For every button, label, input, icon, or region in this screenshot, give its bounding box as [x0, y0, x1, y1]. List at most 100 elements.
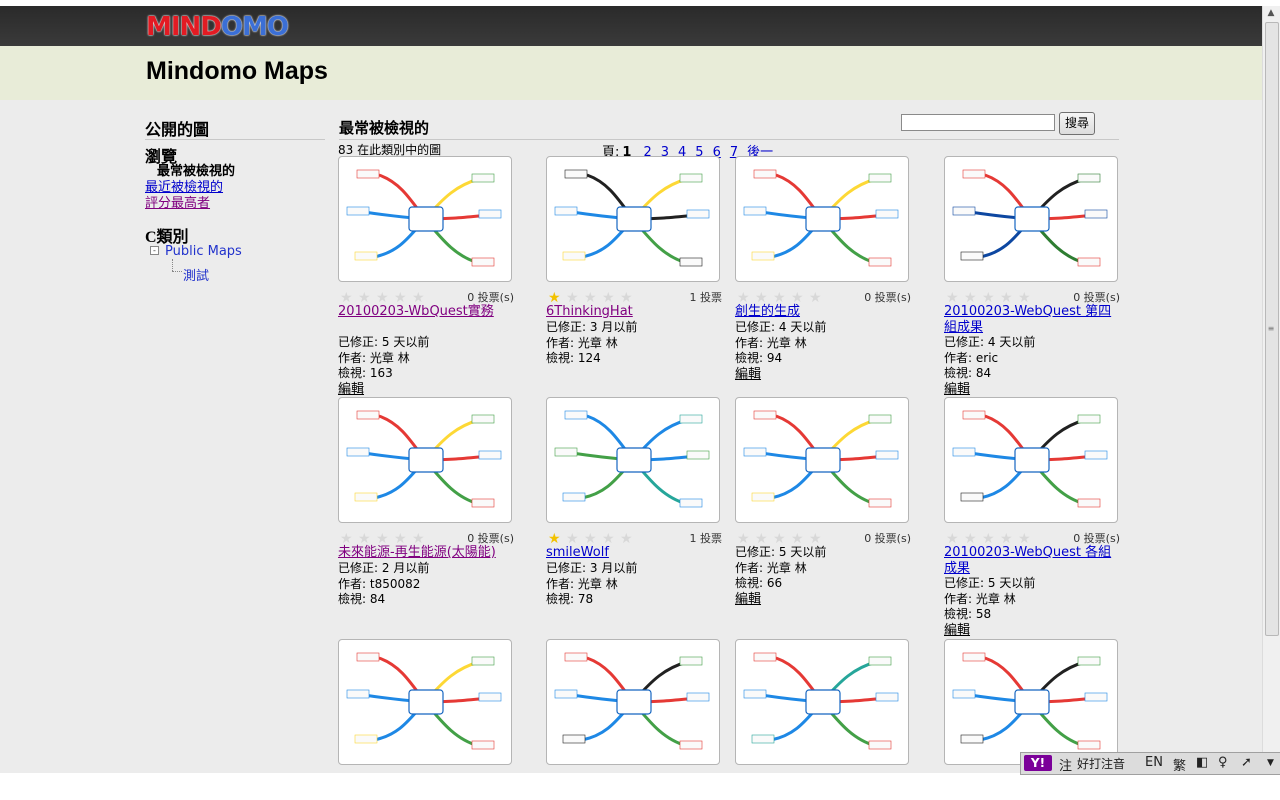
rating-stars[interactable]: ★ ★ ★ ★ ★: [548, 528, 658, 546]
map-thumbnail[interactable]: [735, 639, 909, 765]
star-icon[interactable]: ★: [566, 532, 584, 546]
star-icon[interactable]: ★: [358, 291, 376, 305]
star-icon[interactable]: ★: [602, 532, 620, 546]
rating-stars[interactable]: ★ ★ ★ ★ ★: [946, 287, 1056, 305]
rating-stars[interactable]: ★ ★ ★ ★ ★: [737, 287, 847, 305]
star-icon[interactable]: ★: [982, 532, 1000, 546]
map-title-link[interactable]: 創生的生成: [735, 304, 911, 320]
star-icon[interactable]: ★: [1018, 291, 1036, 305]
map-title-link[interactable]: smileWolf: [546, 545, 722, 561]
star-icon[interactable]: ★: [773, 532, 791, 546]
ime-name[interactable]: 好打注音: [1077, 755, 1125, 772]
map-node: [679, 173, 703, 183]
tree-collapse-icon[interactable]: -: [150, 246, 159, 255]
star-icon[interactable]: ★: [946, 532, 964, 546]
ime-panel-icon[interactable]: ◧: [1196, 755, 1208, 770]
star-icon[interactable]: ★: [566, 291, 584, 305]
star-icon[interactable]: ★: [755, 532, 773, 546]
sidebar-link-top-rated[interactable]: 評分最高者: [145, 192, 210, 211]
map-title-link[interactable]: 20100203-WebQuest 各組成果: [944, 545, 1120, 577]
map-node: [356, 410, 380, 420]
map-central-node: [1014, 689, 1050, 715]
star-icon[interactable]: ★: [584, 532, 602, 546]
ime-lang[interactable]: EN: [1145, 755, 1163, 770]
scroll-up-arrow-icon[interactable]: ▲: [1265, 8, 1277, 20]
star-icon[interactable]: ★: [620, 291, 638, 305]
map-thumbnail[interactable]: [546, 156, 720, 282]
ime-tool-icon[interactable]: ➚: [1241, 755, 1252, 770]
tree-item-public-maps[interactable]: Public Maps: [165, 244, 242, 259]
star-icon[interactable]: ★: [809, 291, 827, 305]
star-icon[interactable]: ★: [737, 532, 755, 546]
search-button[interactable]: 搜尋: [1059, 112, 1095, 135]
map-title-link[interactable]: 20100203-WebQuest 第四組成果: [944, 304, 1120, 336]
rating-stars[interactable]: ★ ★ ★ ★ ★: [340, 528, 450, 546]
star-icon[interactable]: ★: [376, 291, 394, 305]
rating-stars[interactable]: ★ ★ ★ ★ ★: [946, 528, 1056, 546]
map-thumbnail[interactable]: [338, 156, 512, 282]
ime-charset[interactable]: 繁: [1173, 755, 1186, 774]
map-title-link[interactable]: 20100203-WbQuest實務: [338, 304, 514, 320]
map-thumbnail[interactable]: [338, 639, 512, 765]
map-thumbnail[interactable]: [944, 397, 1118, 523]
search-input[interactable]: [901, 114, 1055, 131]
star-icon[interactable]: ★: [982, 291, 1000, 305]
edit-link[interactable]: 編輯: [944, 382, 970, 398]
star-icon[interactable]: ★: [737, 291, 755, 305]
rating-stars[interactable]: ★ ★ ★ ★ ★: [737, 528, 847, 546]
star-icon[interactable]: ★: [394, 291, 412, 305]
mindomo-logo[interactable]: MINDOMO: [146, 12, 289, 42]
star-icon[interactable]: ★: [548, 532, 566, 546]
edit-link[interactable]: 編輯: [735, 367, 761, 383]
map-node: [875, 450, 899, 460]
star-icon[interactable]: ★: [809, 532, 827, 546]
star-icon[interactable]: ★: [340, 291, 358, 305]
star-icon[interactable]: ★: [394, 532, 412, 546]
mind-map-preview: [346, 410, 502, 508]
star-icon[interactable]: ★: [584, 291, 602, 305]
map-thumbnail[interactable]: [944, 156, 1118, 282]
map-thumbnail[interactable]: [546, 639, 720, 765]
map-node: [753, 169, 777, 179]
modified-date: 已修正: 5 天以前: [338, 335, 528, 351]
star-icon[interactable]: ★: [1000, 532, 1018, 546]
map-thumbnail[interactable]: [735, 397, 909, 523]
star-icon[interactable]: ★: [602, 291, 620, 305]
view-count-value: 58: [975, 607, 992, 621]
star-icon[interactable]: ★: [946, 291, 964, 305]
rating-stars[interactable]: ★ ★ ★ ★ ★: [340, 287, 450, 305]
edit-link[interactable]: 編輯: [944, 623, 970, 639]
star-icon[interactable]: ★: [791, 291, 809, 305]
star-icon[interactable]: ★: [548, 291, 566, 305]
ime-mode[interactable]: 注: [1059, 755, 1072, 774]
ime-bulb-icon[interactable]: ♀: [1218, 755, 1228, 770]
author-label: 作者:: [735, 335, 764, 350]
star-icon[interactable]: ★: [1000, 291, 1018, 305]
star-icon[interactable]: ★: [755, 291, 773, 305]
star-icon[interactable]: ★: [340, 532, 358, 546]
map-title-link[interactable]: 未來能源-再生能源(太陽能): [338, 545, 514, 561]
edit-link[interactable]: 編輯: [735, 592, 761, 608]
tree-item-test[interactable]: 測試: [183, 265, 209, 284]
yahoo-ime-logo[interactable]: Y!: [1024, 755, 1052, 771]
map-thumbnail[interactable]: [338, 397, 512, 523]
map-thumbnail[interactable]: [735, 156, 909, 282]
ime-menu-arrow-icon[interactable]: ▼: [1267, 758, 1274, 768]
star-icon[interactable]: ★: [964, 291, 982, 305]
star-icon[interactable]: ★: [358, 532, 376, 546]
map-thumbnail[interactable]: [546, 397, 720, 523]
star-icon[interactable]: ★: [1018, 532, 1036, 546]
star-icon[interactable]: ★: [773, 291, 791, 305]
star-icon[interactable]: ★: [791, 532, 809, 546]
star-icon[interactable]: ★: [412, 532, 430, 546]
author-label: 作者:: [546, 335, 575, 350]
star-icon[interactable]: ★: [376, 532, 394, 546]
star-icon[interactable]: ★: [412, 291, 430, 305]
rating-stars[interactable]: ★ ★ ★ ★ ★: [548, 287, 658, 305]
star-icon[interactable]: ★: [620, 532, 638, 546]
star-icon[interactable]: ★: [964, 532, 982, 546]
modified-date: 已修正: 3 月以前: [546, 320, 736, 336]
map-title-link[interactable]: 6ThinkingHat: [546, 304, 722, 320]
map-thumbnail[interactable]: [944, 639, 1118, 765]
edit-link[interactable]: 編輯: [338, 382, 364, 398]
